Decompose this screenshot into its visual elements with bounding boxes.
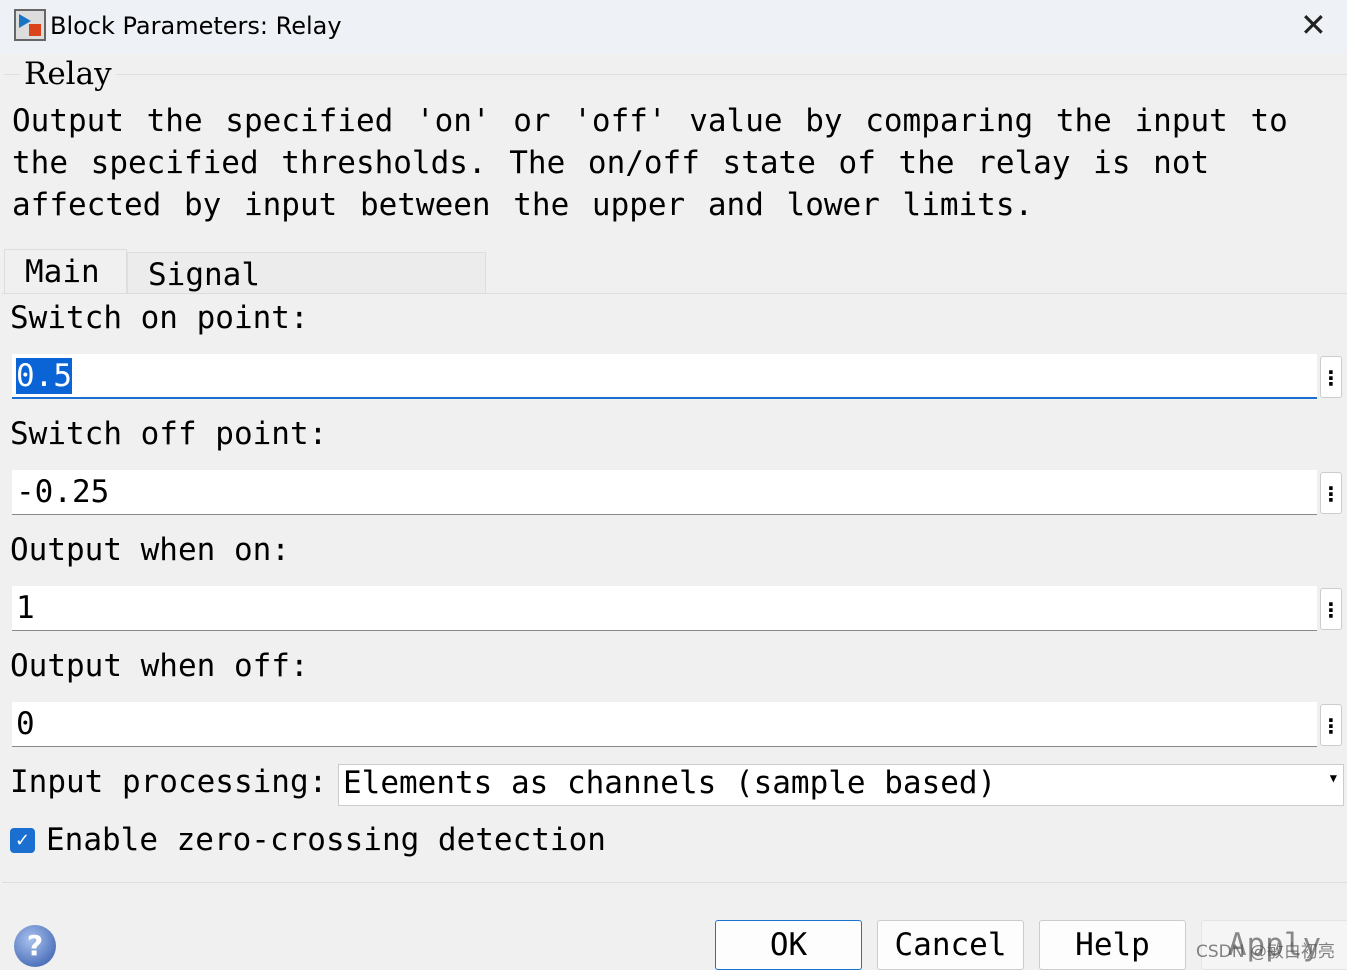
more-options-icon[interactable]: ⋮: [1320, 588, 1342, 630]
output-when-on-label: Output when on:: [10, 532, 290, 568]
switch-off-point-input[interactable]: -0.25: [12, 470, 1317, 515]
switch-on-point-input[interactable]: 0.5: [12, 354, 1317, 399]
selected-text: 0.5: [16, 358, 72, 394]
cancel-button[interactable]: Cancel: [877, 920, 1024, 970]
output-when-off-label: Output when off:: [10, 648, 309, 684]
title-bar: Block Parameters: Relay ✕: [0, 0, 1347, 54]
output-when-on-input[interactable]: 1: [12, 586, 1317, 631]
ok-button[interactable]: OK: [715, 920, 862, 970]
chevron-down-icon: ▼: [1329, 771, 1337, 785]
zero-crossing-label[interactable]: Enable zero-crossing detection: [46, 822, 606, 858]
main-panel: Switch on point: 0.5 ⋮ Switch off point:…: [2, 293, 1347, 883]
window-title: Block Parameters: Relay: [50, 12, 342, 40]
block-name: Relay: [20, 56, 116, 92]
switch-on-point-label: Switch on point:: [10, 300, 309, 336]
simulink-block-icon: [14, 9, 46, 41]
more-options-icon[interactable]: ⋮: [1320, 356, 1342, 398]
tab-signal-attributes[interactable]: Signal Attributes: [127, 252, 486, 329]
input-processing-value: Elements as channels (sample based): [343, 765, 997, 801]
output-when-off-input[interactable]: 0: [12, 702, 1317, 747]
tab-main[interactable]: Main: [4, 249, 127, 294]
switch-off-point-label: Switch off point:: [10, 416, 328, 452]
help-icon[interactable]: ?: [14, 925, 56, 967]
close-icon[interactable]: ✕: [1300, 6, 1327, 44]
zero-crossing-checkbox[interactable]: ✓: [10, 828, 35, 853]
help-button[interactable]: Help: [1039, 920, 1186, 970]
watermark: CSDN @敏白初亮: [1196, 942, 1335, 962]
block-description: Output the specified 'on' or 'off' value…: [12, 103, 1288, 223]
more-options-icon[interactable]: ⋮: [1320, 704, 1342, 746]
more-options-icon[interactable]: ⋮: [1320, 472, 1342, 514]
input-processing-label: Input processing:: [10, 764, 328, 800]
input-processing-select[interactable]: Elements as channels (sample based) ▼: [338, 764, 1344, 806]
